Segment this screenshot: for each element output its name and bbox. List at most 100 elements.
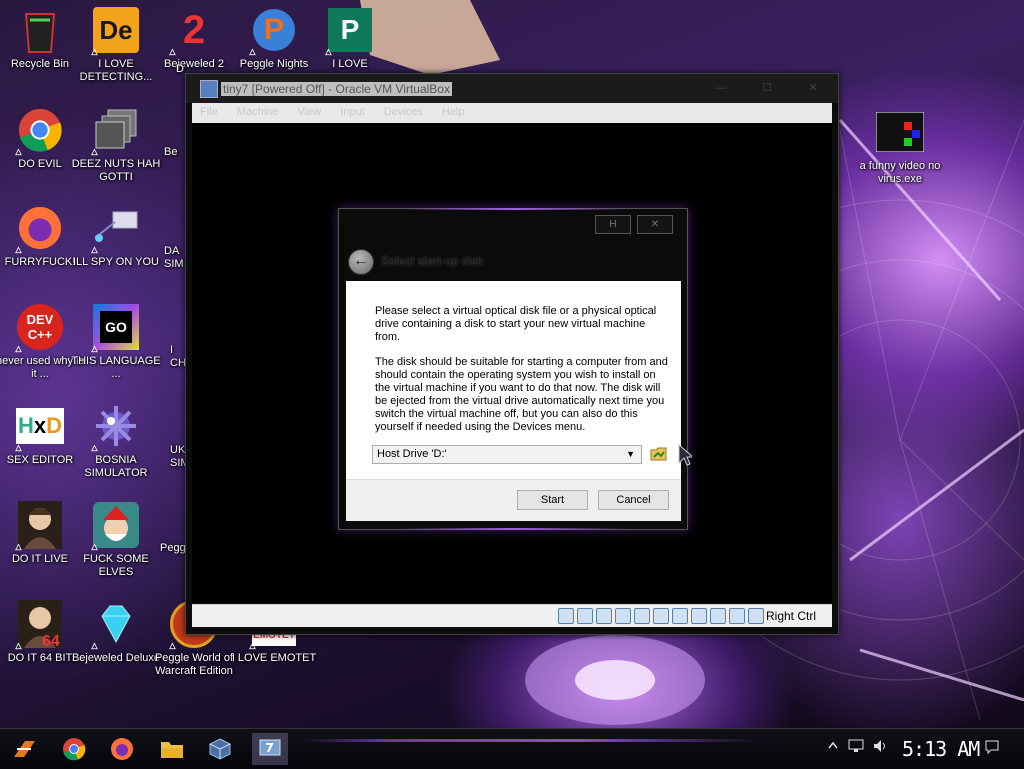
mine-icon: △	[91, 402, 140, 452]
video-thumbnail-icon	[876, 108, 924, 156]
taskbar-clock[interactable]: 5:13 AM	[902, 737, 980, 761]
shortcut-arrow-icon: △	[91, 542, 98, 551]
shortcut-arrow-icon: △	[91, 147, 98, 156]
network-icon[interactable]	[615, 608, 631, 624]
menu-file[interactable]: File	[200, 106, 218, 118]
menu-view[interactable]: View	[297, 106, 321, 118]
audio-icon[interactable]	[596, 608, 612, 624]
taskbar-file-explorer[interactable]	[154, 733, 190, 765]
hxd-icon: HxD △	[15, 402, 64, 452]
peggle-nights-icon: P △	[249, 6, 298, 56]
usb-icon[interactable]	[634, 608, 650, 624]
notification-icon[interactable]	[984, 739, 1000, 755]
desktop-icon-funny-video[interactable]: a funny video no virus.exe	[852, 108, 948, 186]
shortcut-arrow-icon: △	[15, 344, 22, 353]
shortcut-arrow-icon: △	[15, 542, 22, 551]
mouse-cursor-icon	[678, 444, 692, 466]
video-capture-icon[interactable]	[691, 608, 707, 624]
menu-input[interactable]: Input	[340, 106, 364, 118]
window-title: tiny7 [Powered Off] - Oracle VM VirtualB…	[221, 82, 452, 96]
dialog-glow	[399, 208, 629, 210]
taskbar-chrome[interactable]	[56, 733, 92, 765]
recycle-bin-icon	[16, 6, 64, 54]
menu-machine[interactable]: Machine	[237, 106, 279, 118]
description-paragraph: The disk should be suitable for starting…	[375, 356, 668, 433]
menu-devices[interactable]: Devices	[384, 106, 423, 118]
host-key-label: Right Ctrl	[766, 609, 817, 623]
taskbar: 5:13 AM	[0, 728, 1024, 769]
cpu-icon[interactable]	[710, 608, 726, 624]
portrait-64-icon: 64 △	[15, 600, 64, 650]
chevron-down-icon: ▼	[626, 449, 635, 459]
status-bar: Right Ctrl	[192, 604, 832, 627]
svg-text:64: 64	[42, 633, 60, 648]
window-title-bar[interactable]: tiny7 [Powered Off] - Oracle VM VirtualB…	[186, 74, 838, 103]
shortcut-arrow-icon: △	[15, 641, 22, 650]
desktop-icon-this-language[interactable]: GO △ THIS LANGUAGE ...	[68, 303, 164, 381]
desktop-icon-deez-nuts[interactable]: △ DEEZ NUTS HAH GOTTI	[68, 106, 164, 184]
close-button[interactable]: ✕	[798, 80, 828, 96]
de-app-icon: De △	[91, 6, 140, 56]
choose-disk-folder-icon[interactable]	[650, 445, 668, 463]
disk-select-combobox[interactable]: Host Drive 'D:' ▼	[372, 445, 642, 464]
desktop-icon-fuck-some-elves[interactable]: △ FUCK SOME ELVES	[68, 501, 164, 579]
host-key-icon[interactable]	[748, 608, 764, 624]
minimize-button[interactable]: —	[706, 80, 736, 96]
taskbar-firefox[interactable]	[104, 733, 140, 765]
mouse-integration-icon[interactable]	[729, 608, 745, 624]
taskbar-virtualbox-vm[interactable]	[252, 733, 288, 765]
diamond-icon: △	[91, 600, 140, 650]
desktop-icon-label: BOSNIA SIMULATOR	[84, 454, 148, 479]
shortcut-arrow-icon: △	[249, 47, 256, 56]
start-button[interactable]	[6, 733, 42, 765]
combobox-value: Host Drive 'D:'	[377, 448, 447, 460]
bejeweled-2-icon: 2 △	[169, 8, 206, 56]
virtualbox-vm-icon	[259, 739, 281, 756]
help-caption-button[interactable]: H	[595, 215, 631, 234]
display-icon[interactable]	[672, 608, 688, 624]
dev-cpp-icon: DEV C++ △	[15, 303, 64, 353]
select-startup-disk-dialog[interactable]: H ✕ ← Select start-up disk Please select…	[338, 208, 688, 530]
network-spy-icon: △	[91, 204, 140, 254]
virtualbox-app-icon	[200, 80, 218, 98]
desktop-icon-bosnia-simulator[interactable]: △ BOSNIA SIMULATOR	[68, 402, 164, 480]
chrome-icon: △	[15, 106, 64, 156]
stacked-windows-icon: △	[91, 106, 140, 156]
desktop-icon-label: a funny video no virus.exe	[859, 160, 941, 185]
shortcut-arrow-icon: △	[91, 443, 98, 452]
network-icon[interactable]	[848, 739, 864, 753]
dialog-title: Select start-up disk	[381, 254, 484, 268]
taskbar-decoration	[300, 739, 760, 742]
intro-paragraph: Please select a virtual optical disk fil…	[375, 305, 657, 343]
shortcut-arrow-icon: △	[15, 147, 22, 156]
chevron-up-icon[interactable]	[828, 741, 838, 751]
file-explorer-icon	[161, 742, 183, 758]
dialog-glow	[399, 528, 629, 530]
shortcut-arrow-icon: △	[15, 245, 22, 254]
shortcut-arrow-icon: △	[169, 47, 176, 56]
optical-disk-icon[interactable]	[577, 608, 593, 624]
shortcut-arrow-icon: △	[15, 443, 22, 452]
dialog-button-row: Start Cancel	[346, 480, 681, 521]
shared-folder-icon[interactable]	[653, 608, 669, 624]
desktop-icon-label: DEEZ NUTS HAH GOTTI	[71, 158, 161, 183]
start-button[interactable]: Start	[517, 490, 588, 510]
maximize-button[interactable]: ☐	[752, 80, 782, 96]
cancel-button[interactable]: Cancel	[598, 490, 669, 510]
desktop-icon-ill-spy-on-you[interactable]: △ ILL SPY ON YOU	[68, 204, 164, 269]
hard-disk-icon[interactable]	[558, 608, 574, 624]
taskbar-virtualbox[interactable]	[202, 733, 238, 765]
desktop-icon-label: I LOVE EMOTET	[231, 652, 317, 664]
shortcut-arrow-icon: △	[91, 47, 98, 56]
desktop-icon-i-love-publisher[interactable]: P △ I LOVE	[302, 6, 398, 71]
back-arrow-icon[interactable]: ←	[348, 249, 374, 275]
shortcut-arrow-icon: △	[91, 344, 98, 353]
shortcut-arrow-icon: △	[169, 641, 176, 650]
shortcut-arrow-icon: △	[325, 47, 332, 56]
desktop-icon-label: THIS LANGUAGE ...	[71, 355, 161, 380]
volume-icon[interactable]	[872, 739, 888, 753]
publisher-icon: P △	[325, 6, 374, 56]
desktop-icon-label: ILL SPY ON YOU	[72, 256, 159, 268]
close-caption-button[interactable]: ✕	[637, 215, 673, 234]
menu-help[interactable]: Help	[442, 106, 465, 118]
